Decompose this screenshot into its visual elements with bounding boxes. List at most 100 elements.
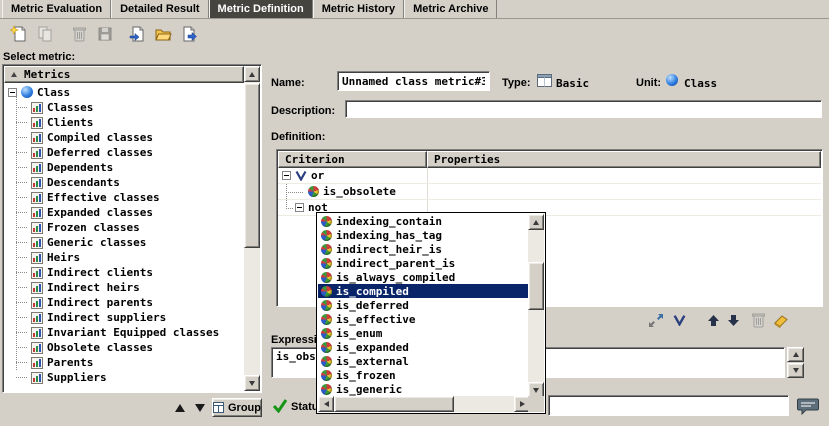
tab[interactable]: Metric History (313, 0, 404, 18)
metric-tree-item[interactable]: Obsolete classes (31, 340, 243, 355)
criterion-option[interactable]: is_frozen (318, 368, 530, 382)
criterion-option[interactable]: indirect_heir_is (318, 242, 530, 256)
scrollbar-thumb[interactable] (528, 262, 544, 310)
group-button[interactable]: Group (212, 398, 262, 417)
metric-tree-item[interactable]: Deferred classes (31, 145, 243, 160)
move-criterion-down-button[interactable] (723, 311, 743, 329)
scroll-down-button[interactable] (244, 375, 260, 391)
criterion-option[interactable]: is_effective (318, 312, 530, 326)
metric-icon (31, 342, 43, 354)
move-criterion-up-button[interactable] (703, 311, 723, 329)
move-metric-down-button[interactable] (192, 400, 208, 416)
scroll-left-button[interactable] (318, 396, 334, 412)
metric-tree-item[interactable]: Compiled classes (31, 130, 243, 145)
collapse-minus-icon[interactable] (282, 171, 291, 180)
criterion-option[interactable]: indexing_has_tag (318, 228, 530, 242)
triangle-left-icon (324, 401, 329, 407)
metric-tree-item[interactable]: Classes (31, 100, 243, 115)
union-or-icon (295, 170, 307, 181)
definition-row-is-obsolete[interactable]: is_obsolete (278, 184, 821, 200)
metrics-column-header[interactable]: Metrics (4, 66, 244, 83)
status-input[interactable] (548, 395, 789, 416)
metric-tree-item[interactable]: Expanded classes (31, 205, 243, 220)
metric-tool-window: Metric Evaluation Detailed Result Metric… (0, 0, 829, 426)
swap-criterion-button[interactable] (646, 311, 666, 329)
import-metrics-button[interactable] (124, 21, 150, 47)
metric-tree-item[interactable]: Frozen classes (31, 220, 243, 235)
metric-tree-item[interactable]: Indirect parents (31, 295, 243, 310)
metric-tree-item-label: Effective classes (47, 191, 160, 204)
dropdown-horizontal-scrollbar[interactable] (318, 396, 530, 412)
scroll-up-button[interactable] (528, 214, 544, 230)
expression-scroll[interactable] (787, 347, 804, 378)
metrics-column-header-label: Metrics (24, 68, 70, 81)
criterion-option[interactable]: is_compiled (318, 284, 530, 298)
criterion-option-label: indexing_contain (336, 215, 442, 228)
metric-icon (31, 102, 43, 114)
scrollbar-thumb[interactable] (244, 83, 260, 248)
comment-bubble-icon[interactable] (797, 398, 819, 415)
criterion-option[interactable]: is_generic (318, 382, 530, 396)
criterion-option[interactable]: is_expanded (318, 340, 530, 354)
criterion-option-label: indirect_parent_is (336, 257, 455, 270)
metric-tree-item[interactable]: Heirs (31, 250, 243, 265)
open-metrics-button[interactable] (150, 21, 176, 47)
metric-icon (31, 297, 43, 309)
expression-scroll-up-button[interactable] (787, 347, 804, 362)
metric-list-scrollbar[interactable] (244, 66, 260, 391)
tab[interactable]: Metric Evaluation (2, 0, 111, 18)
metric-icon (31, 267, 43, 279)
definition-row-or[interactable]: or (278, 168, 821, 184)
metric-tree-item[interactable]: Indirect clients (31, 265, 243, 280)
metric-tree-item[interactable]: Dependents (31, 160, 243, 175)
new-metric-button[interactable] (6, 21, 32, 47)
criterion-ball-icon (321, 314, 332, 325)
metric-tree-item[interactable]: Suppliers (31, 370, 243, 385)
criterion-ball-icon (321, 342, 332, 353)
metric-tree-item[interactable]: Indirect suppliers (31, 310, 243, 325)
tab[interactable]: Metric Definition (209, 0, 313, 18)
scrollbar-corner (528, 396, 544, 412)
criterion-option[interactable]: is_deferred (318, 298, 530, 312)
expression-scroll-down-button[interactable] (787, 363, 804, 378)
collapse-minus-icon[interactable] (295, 203, 304, 212)
metric-tree-item[interactable]: Generic classes (31, 235, 243, 250)
metric-tree-item-label: Indirect parents (47, 296, 153, 309)
move-metric-up-button[interactable] (172, 400, 188, 416)
criterion-column-header[interactable]: Criterion (278, 151, 427, 168)
metric-icon (31, 192, 43, 204)
delete-criterion-icon (749, 311, 767, 329)
criterion-option[interactable]: indexing_contain (318, 214, 530, 228)
metric-tree-item-label: Expanded classes (47, 206, 153, 219)
metric-tree-item-label: Indirect clients (47, 266, 153, 279)
metric-tree-item[interactable]: Indirect heirs (31, 280, 243, 295)
export-metrics-button[interactable] (176, 21, 202, 47)
class-unit-sphere-icon (666, 74, 678, 86)
export-metrics-icon (180, 25, 198, 43)
name-label: Name: (271, 77, 305, 89)
criterion-option[interactable]: is_enum (318, 326, 530, 340)
scrollbar-thumb[interactable] (334, 396, 454, 412)
tab[interactable]: Metric Archive (404, 0, 497, 18)
metric-tree-item[interactable]: Effective classes (31, 190, 243, 205)
union-operator-button[interactable] (669, 311, 689, 329)
criterion-option[interactable]: is_external (318, 354, 530, 368)
metric-tree-item[interactable]: Clients (31, 115, 243, 130)
tab[interactable]: Detailed Result (111, 0, 208, 18)
metric-tree-item-label: Dependents (47, 161, 113, 174)
metric-icon (31, 372, 43, 384)
criterion-option[interactable]: is_always_compiled (318, 270, 530, 284)
erase-definition-button[interactable] (771, 311, 791, 329)
properties-column-header[interactable]: Properties (427, 151, 821, 168)
name-input[interactable] (337, 71, 490, 91)
metric-tree-item[interactable]: Parents (31, 355, 243, 370)
metric-tree-root[interactable]: Class (5, 84, 243, 100)
description-input[interactable] (345, 100, 822, 118)
scroll-up-button[interactable] (244, 66, 260, 82)
metric-tree-item[interactable]: Descendants (31, 175, 243, 190)
dropdown-vertical-scrollbar[interactable] (528, 214, 544, 398)
criterion-option[interactable]: indirect_parent_is (318, 256, 530, 270)
down-arrow-icon (195, 404, 205, 412)
metric-tree-item[interactable]: Invariant Equipped classes (31, 325, 243, 340)
union-icon (673, 314, 686, 326)
